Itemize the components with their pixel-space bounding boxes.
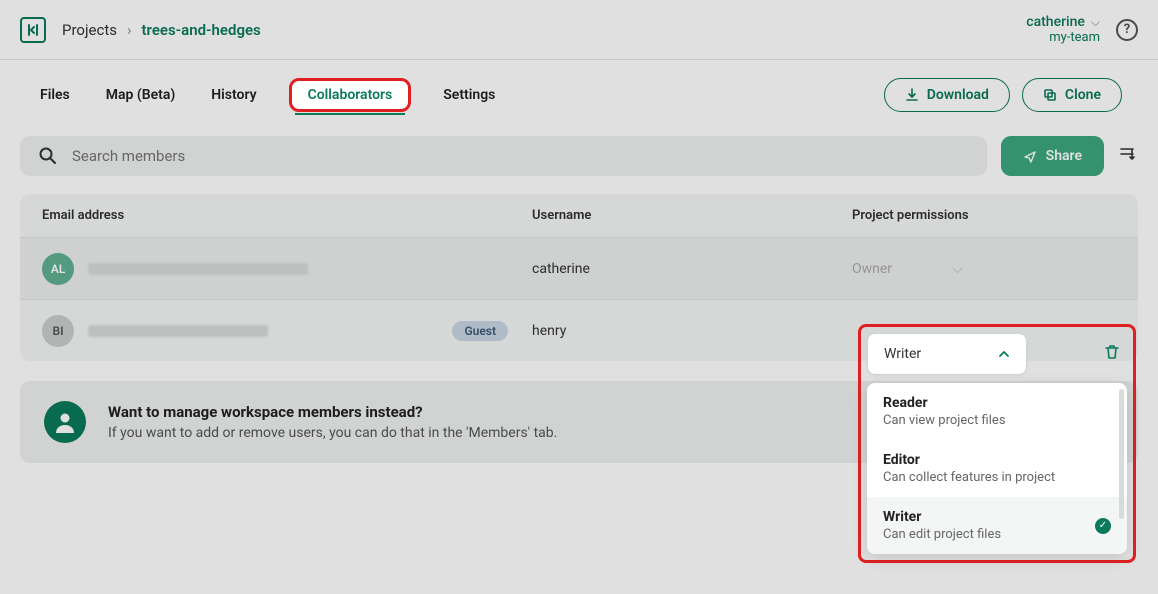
search-input[interactable] — [72, 147, 969, 165]
chevron-up-icon — [998, 348, 1010, 360]
permission-selected-label: Writer — [884, 346, 921, 362]
send-icon — [1023, 149, 1038, 164]
guest-badge: Guest — [452, 321, 508, 341]
tab-files[interactable]: Files — [36, 79, 74, 111]
email-redacted — [88, 263, 308, 275]
permission-option-editor[interactable]: Editor Can collect features in project — [867, 440, 1127, 497]
share-button[interactable]: Share — [1001, 136, 1104, 176]
option-title: Reader — [883, 395, 1006, 411]
search-box[interactable] — [20, 136, 987, 176]
chevron-right-icon: › — [127, 21, 132, 39]
permission-owner: Owner ⌵ — [852, 261, 1116, 277]
callout-title: Want to manage workspace members instead… — [108, 403, 557, 421]
clone-label: Clone — [1065, 87, 1101, 103]
check-icon: ✓ — [1095, 518, 1111, 534]
user-name: catherine — [1026, 14, 1085, 30]
permission-dropdown-highlight: Writer Reader Can view project files Edi… — [858, 324, 1136, 563]
permission-menu: Reader Can view project files Editor Can… — [867, 383, 1127, 554]
user-menu[interactable]: catherine ⌵ my-team — [1026, 14, 1100, 45]
tab-settings[interactable]: Settings — [439, 79, 499, 111]
trash-icon[interactable] — [1103, 343, 1121, 365]
email-redacted — [88, 325, 268, 337]
download-icon — [905, 88, 919, 102]
option-desc: Can edit project files — [883, 527, 1001, 542]
breadcrumb-current[interactable]: trees-and-hedges — [142, 21, 261, 39]
option-title: Editor — [883, 452, 1055, 468]
col-email-header: Email address — [42, 208, 532, 223]
app-logo[interactable] — [20, 17, 46, 43]
permission-option-writer[interactable]: Writer Can edit project files ✓ — [867, 497, 1127, 554]
avatar: AL — [42, 253, 74, 285]
scrollbar[interactable] — [1119, 389, 1124, 519]
download-button[interactable]: Download — [884, 78, 1010, 112]
username: catherine — [532, 261, 852, 277]
permission-label: Owner — [852, 261, 892, 277]
chevron-down-icon: ⌵ — [952, 261, 963, 277]
option-title: Writer — [883, 509, 1001, 525]
help-icon[interactable]: ? — [1116, 19, 1138, 41]
chevron-down-icon: ⌵ — [1091, 15, 1100, 29]
tab-collaborators[interactable]: Collaborators — [308, 87, 393, 103]
tab-history[interactable]: History — [207, 79, 260, 111]
callout-text: If you want to add or remove users, you … — [108, 425, 557, 441]
username: henry — [532, 323, 852, 339]
option-desc: Can collect features in project — [883, 470, 1055, 485]
col-username-header: Username — [532, 208, 852, 223]
person-icon — [44, 401, 86, 443]
share-label: Share — [1046, 148, 1082, 164]
sort-icon[interactable] — [1118, 144, 1138, 169]
tab-map[interactable]: Map (Beta) — [102, 79, 180, 111]
option-desc: Can view project files — [883, 413, 1006, 428]
table-row: AL catherine Owner ⌵ — [20, 237, 1138, 299]
breadcrumb-root[interactable]: Projects — [62, 21, 117, 39]
permission-select[interactable]: Writer — [867, 333, 1027, 375]
logo-glyph-icon — [26, 23, 40, 37]
user-team: my-team — [1026, 30, 1100, 45]
clone-button[interactable]: Clone — [1022, 78, 1122, 112]
tab-collaborators-highlight: Collaborators — [289, 78, 412, 112]
download-label: Download — [927, 87, 989, 103]
clone-icon — [1043, 88, 1057, 102]
permission-option-reader[interactable]: Reader Can view project files — [867, 383, 1127, 440]
search-icon — [38, 146, 58, 166]
avatar: BI — [42, 315, 74, 347]
breadcrumb: Projects › trees-and-hedges — [62, 21, 261, 39]
col-perm-header: Project permissions — [852, 208, 1116, 223]
